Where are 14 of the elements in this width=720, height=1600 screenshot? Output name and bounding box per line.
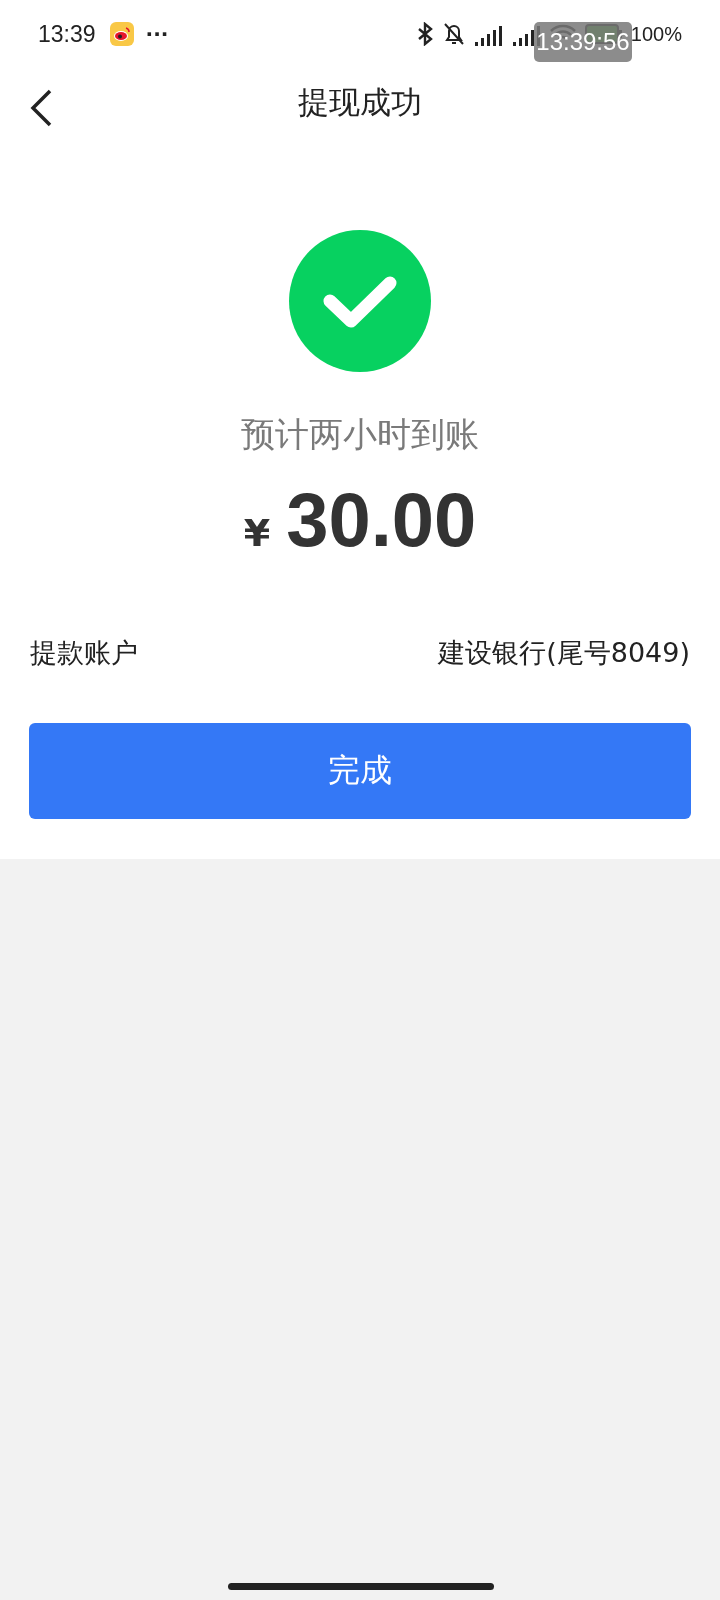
- battery-level: 100%: [630, 22, 682, 46]
- arrival-message: 预计两小时到账: [240, 413, 480, 456]
- success-check-icon: [289, 230, 431, 372]
- status-time: 13:39: [38, 20, 96, 48]
- weibo-app-icon: [109, 22, 134, 46]
- account-value: 建设银行(尾号8049): [438, 636, 690, 670]
- page-title: 提现成功: [298, 83, 422, 122]
- currency-symbol: ¥: [243, 511, 271, 555]
- mute-bell-icon: [442, 22, 465, 46]
- floating-clock: 13:39:56: [534, 22, 632, 62]
- amount: 30.00: [286, 476, 477, 563]
- more-notifications: ···: [145, 22, 169, 46]
- account-label: 提款账户: [30, 636, 138, 670]
- done-button[interactable]: 完成: [29, 723, 691, 819]
